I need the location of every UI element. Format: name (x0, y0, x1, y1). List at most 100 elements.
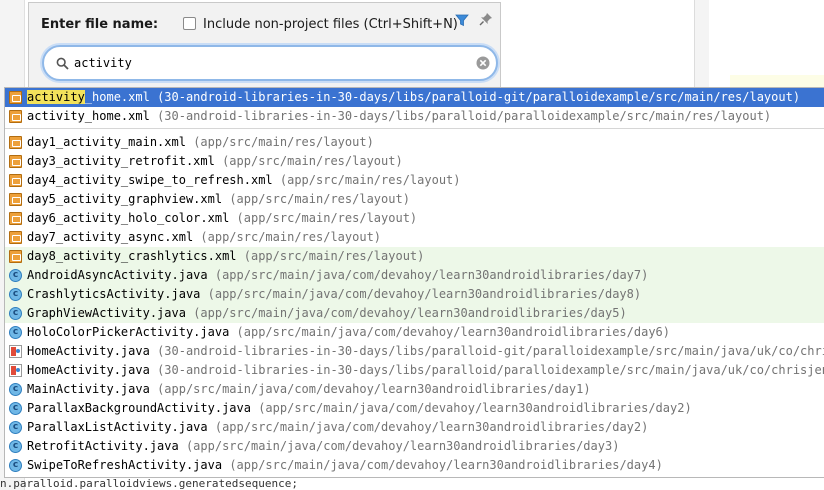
result-text: day4_activity_swipe_to_refresh.xml (app/… (27, 171, 461, 190)
xml-file-icon (9, 174, 22, 187)
file-path: (app/src/main/res/layout) (243, 249, 425, 263)
result-text: HomeActivity.java (30-android-libraries-… (27, 361, 824, 380)
result-row[interactable]: day3_activity_retrofit.xml (app/src/main… (5, 152, 824, 171)
file-path: (30-android-libraries-in-30-days/libs/pa… (157, 90, 801, 104)
file-path: (app/src/main/java/com/devahoy/learn30an… (193, 306, 627, 320)
file-name: HoloColorPickerActivity.java (27, 325, 230, 339)
result-row[interactable]: c SwipeToRefreshActivity.java (app/src/ma… (5, 456, 824, 475)
result-row[interactable]: c ParallaxListActivity.java (app/src/main… (5, 418, 824, 437)
java-class-icon: c (9, 288, 22, 301)
result-row[interactable]: day7_activity_async.xml (app/src/main/re… (5, 228, 824, 247)
file-path: (30-android-libraries-in-30-days/libs/pa… (157, 363, 824, 377)
file-name: ParallaxBackgroundActivity.java (27, 401, 251, 415)
file-path: (app/src/main/java/com/devahoy/learn30an… (236, 325, 671, 339)
result-row[interactable]: c AndroidAsyncActivity.java (app/src/main… (5, 266, 824, 285)
file-path: (app/src/main/res/layout) (222, 154, 403, 168)
result-row[interactable]: day4_activity_swipe_to_refresh.xml (app/… (5, 171, 824, 190)
result-text: ParallaxListActivity.java (app/src/main/… (27, 418, 648, 437)
result-row[interactable]: activity_home.xml (30-android-libraries-… (5, 107, 824, 126)
java-class-icon: c (9, 383, 22, 396)
result-row[interactable]: c ParallaxBackgroundActivity.java (app/sr… (5, 399, 824, 418)
file-name: day8_activity_crashlytics.xml (27, 249, 237, 263)
include-non-project-label[interactable]: Include non-project files (Ctrl+Shift+N) (203, 17, 458, 32)
result-row[interactable]: HomeActivity.java (30-android-libraries-… (5, 361, 824, 380)
file-path: (app/src/main/java/com/devahoy/learn30an… (157, 382, 591, 396)
goto-file-popup: Enter file name: Include non-project fil… (28, 2, 501, 87)
file-path: (app/src/main/res/layout) (279, 173, 461, 187)
java-class-icon: c (9, 307, 22, 320)
result-row[interactable]: c RetrofitActivity.java (app/src/main/jav… (5, 437, 824, 456)
result-row[interactable]: day1_activity_main.xml (app/src/main/res… (5, 133, 824, 152)
search-field[interactable] (42, 45, 498, 81)
xml-file-icon (9, 250, 22, 263)
results-list[interactable]: activity_home.xml (30-android-libraries-… (4, 87, 824, 478)
file-name: day4_activity_swipe_to_refresh.xml (27, 173, 273, 187)
file-name: RetrofitActivity.java (27, 439, 179, 453)
xml-file-icon (9, 212, 22, 225)
result-row[interactable]: activity_home.xml (30-android-libraries-… (5, 88, 824, 107)
java-class-icon: c (9, 421, 22, 434)
file-name: MainActivity.java (27, 382, 150, 396)
java-class-icon: c (9, 326, 22, 339)
result-row[interactable]: c HoloColorPickerActivity.java (app/src/m… (5, 323, 824, 342)
file-path: (app/src/main/res/layout) (236, 211, 418, 225)
result-text: HomeActivity.java (30-android-libraries-… (27, 342, 824, 361)
file-name: day7_activity_async.xml (27, 230, 194, 244)
file-path: (app/src/main/java/com/devahoy/learn30an… (214, 268, 649, 282)
result-row[interactable]: HomeActivity.java (30-android-libraries-… (5, 342, 824, 361)
file-path: (app/src/main/res/layout) (229, 192, 410, 206)
results-separator (5, 128, 824, 129)
java-class-icon: c (9, 459, 22, 472)
java-class-icon: c (9, 269, 22, 282)
result-text: HoloColorPickerActivity.java (app/src/ma… (27, 323, 670, 342)
xml-file-icon (9, 231, 22, 244)
popup-label: Enter file name: (41, 17, 159, 32)
file-name: HomeActivity.java (27, 363, 150, 377)
result-text: RetrofitActivity.java (app/src/main/java… (27, 437, 619, 456)
file-path: (30-android-libraries-in-30-days/libs/pa… (157, 109, 772, 123)
result-text: day1_activity_main.xml (app/src/main/res… (27, 133, 374, 152)
filter-icon[interactable] (455, 13, 469, 27)
result-row[interactable]: c GraphViewActivity.java (app/src/main/ja… (5, 304, 824, 323)
result-text: day5_activity_graphview.xml (app/src/mai… (27, 190, 410, 209)
file-path: (app/src/main/java/com/devahoy/learn30an… (185, 439, 620, 453)
file-path: (app/src/main/java/com/devahoy/learn30an… (214, 420, 649, 434)
result-row[interactable]: c CrashlyticsActivity.java (app/src/main/… (5, 285, 824, 304)
search-icon (56, 57, 69, 70)
result-text: day6_activity_holo_color.xml (app/src/ma… (27, 209, 417, 228)
result-text: day8_activity_crashlytics.xml (app/src/m… (27, 247, 424, 266)
file-path: (app/src/main/java/com/devahoy/learn30an… (258, 401, 692, 415)
xml-file-icon (9, 91, 22, 104)
xml-file-icon (9, 136, 22, 149)
file-name: AndroidAsyncActivity.java (27, 268, 208, 282)
result-row[interactable]: c MainActivity.java (app/src/main/java/co… (5, 380, 824, 399)
search-input[interactable] (74, 54, 454, 72)
file-name: HomeActivity.java (27, 344, 150, 358)
xml-file-icon (9, 155, 22, 168)
file-name: GraphViewActivity.java (27, 306, 186, 320)
file-name: _home.xml (84, 90, 150, 104)
editor-right-margin (694, 0, 709, 90)
file-name: ParallaxListActivity.java (27, 420, 208, 434)
result-row[interactable]: day8_activity_crashlytics.xml (app/src/m… (5, 247, 824, 266)
result-text: day3_activity_retrofit.xml (app/src/main… (27, 152, 403, 171)
xml-file-icon (9, 193, 22, 206)
result-row[interactable]: day5_activity_graphview.xml (app/src/mai… (5, 190, 824, 209)
file-path: (app/src/main/java/com/devahoy/learn30an… (207, 287, 642, 301)
result-text: CrashlyticsActivity.java (app/src/main/j… (27, 285, 641, 304)
java-class-icon: c (9, 440, 22, 453)
file-path: (app/src/main/res/layout) (193, 135, 374, 149)
editor-code-line: n.paralloid.paralloidviews.generatedsequ… (0, 478, 299, 490)
file-name: SwipeToRefreshActivity.java (27, 458, 223, 472)
file-path: (app/src/main/java/com/devahoy/learn30an… (229, 458, 663, 472)
result-text: activity_home.xml (30-android-libraries-… (27, 107, 771, 126)
include-non-project-checkbox[interactable] (183, 17, 196, 30)
result-row[interactable]: day6_activity_holo_color.xml (app/src/ma… (5, 209, 824, 228)
result-text: day7_activity_async.xml (app/src/main/re… (27, 228, 381, 247)
activity-class-icon (9, 345, 22, 358)
file-path: (30-android-libraries-in-30-days/libs/pa… (157, 344, 824, 358)
result-text: GraphViewActivity.java (app/src/main/jav… (27, 304, 627, 323)
clear-icon[interactable] (476, 56, 490, 70)
result-text: activity_home.xml (30-android-libraries-… (27, 88, 800, 107)
pin-icon[interactable] (479, 12, 493, 26)
